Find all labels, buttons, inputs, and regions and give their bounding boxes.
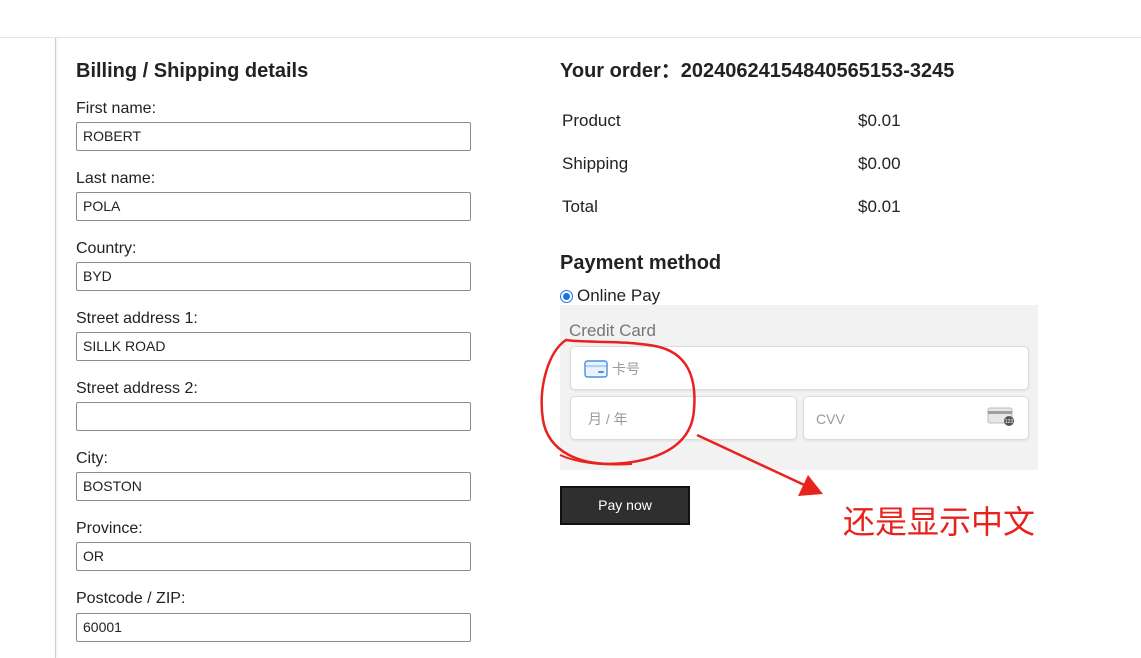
online-pay-label: Online Pay [577, 286, 661, 305]
city-input[interactable]: BOSTON [76, 472, 471, 501]
total-label: Total [562, 197, 598, 216]
province-label: Province: [76, 520, 143, 537]
first-name-label: First name: [76, 100, 157, 117]
credit-card-title: Credit Card [569, 321, 656, 340]
card-number-field[interactable]: 卡号 [570, 346, 1029, 390]
top-bar [0, 0, 1141, 38]
product-label: Product [562, 111, 621, 130]
order-title: Your order：20240624154840565153-3245 [560, 60, 955, 82]
street-address-2-label: Street address 2: [76, 380, 198, 397]
credit-card-panel: Credit Card 卡号 月 / 年 CVV 123 [560, 305, 1038, 470]
first-name-input[interactable]: ROBERT [76, 122, 471, 151]
cvv-card-icon: 123 [987, 407, 1015, 432]
shipping-label: Shipping [562, 154, 629, 173]
online-pay-option[interactable]: Online Pay [560, 285, 660, 307]
expiry-placeholder: 月 / 年 [588, 411, 628, 427]
street-address-2-input[interactable] [76, 402, 471, 431]
cvv-field[interactable]: CVV 123 [803, 396, 1029, 440]
online-pay-radio[interactable] [560, 289, 573, 303]
postcode-label: Postcode / ZIP: [76, 590, 186, 607]
order-section: Your order：20240624154840565153-3245 Pro… [560, 58, 1120, 525]
country-input[interactable]: BYD [76, 262, 471, 291]
shipping-value: $0.00 [858, 154, 901, 173]
left-divider [55, 38, 56, 658]
expiry-field[interactable]: 月 / 年 [570, 396, 797, 440]
street-address-1-label: Street address 1: [76, 310, 198, 327]
province-input[interactable]: OR [76, 542, 471, 571]
cvv-placeholder: CVV [816, 411, 845, 427]
svg-text:123: 123 [1005, 419, 1014, 425]
city-label: City: [76, 450, 108, 467]
postcode-input[interactable]: 60001 [76, 613, 471, 642]
credit-card-icon [584, 360, 608, 383]
street-address-1-input[interactable]: SILLK ROAD [76, 332, 471, 361]
annotation-text: 还是显示中文 [843, 503, 1036, 541]
total-value: $0.01 [858, 197, 901, 216]
annotation-arrow-head [798, 475, 823, 496]
last-name-label: Last name: [76, 170, 156, 187]
last-name-input[interactable]: POLA [76, 192, 471, 221]
country-label: Country: [76, 240, 137, 257]
billing-title: Billing / Shipping details [76, 60, 309, 82]
card-number-placeholder: 卡号 [612, 361, 640, 377]
pay-now-button[interactable]: Pay now [560, 486, 690, 525]
product-value: $0.01 [858, 111, 901, 130]
billing-section: Billing / Shipping details First name: R… [76, 58, 476, 642]
order-row-total: Total $0.01 [562, 196, 982, 218]
order-row-shipping: Shipping $0.00 [562, 153, 982, 175]
payment-method-title: Payment method [560, 252, 722, 274]
order-row-product: Product $0.01 [562, 110, 982, 132]
